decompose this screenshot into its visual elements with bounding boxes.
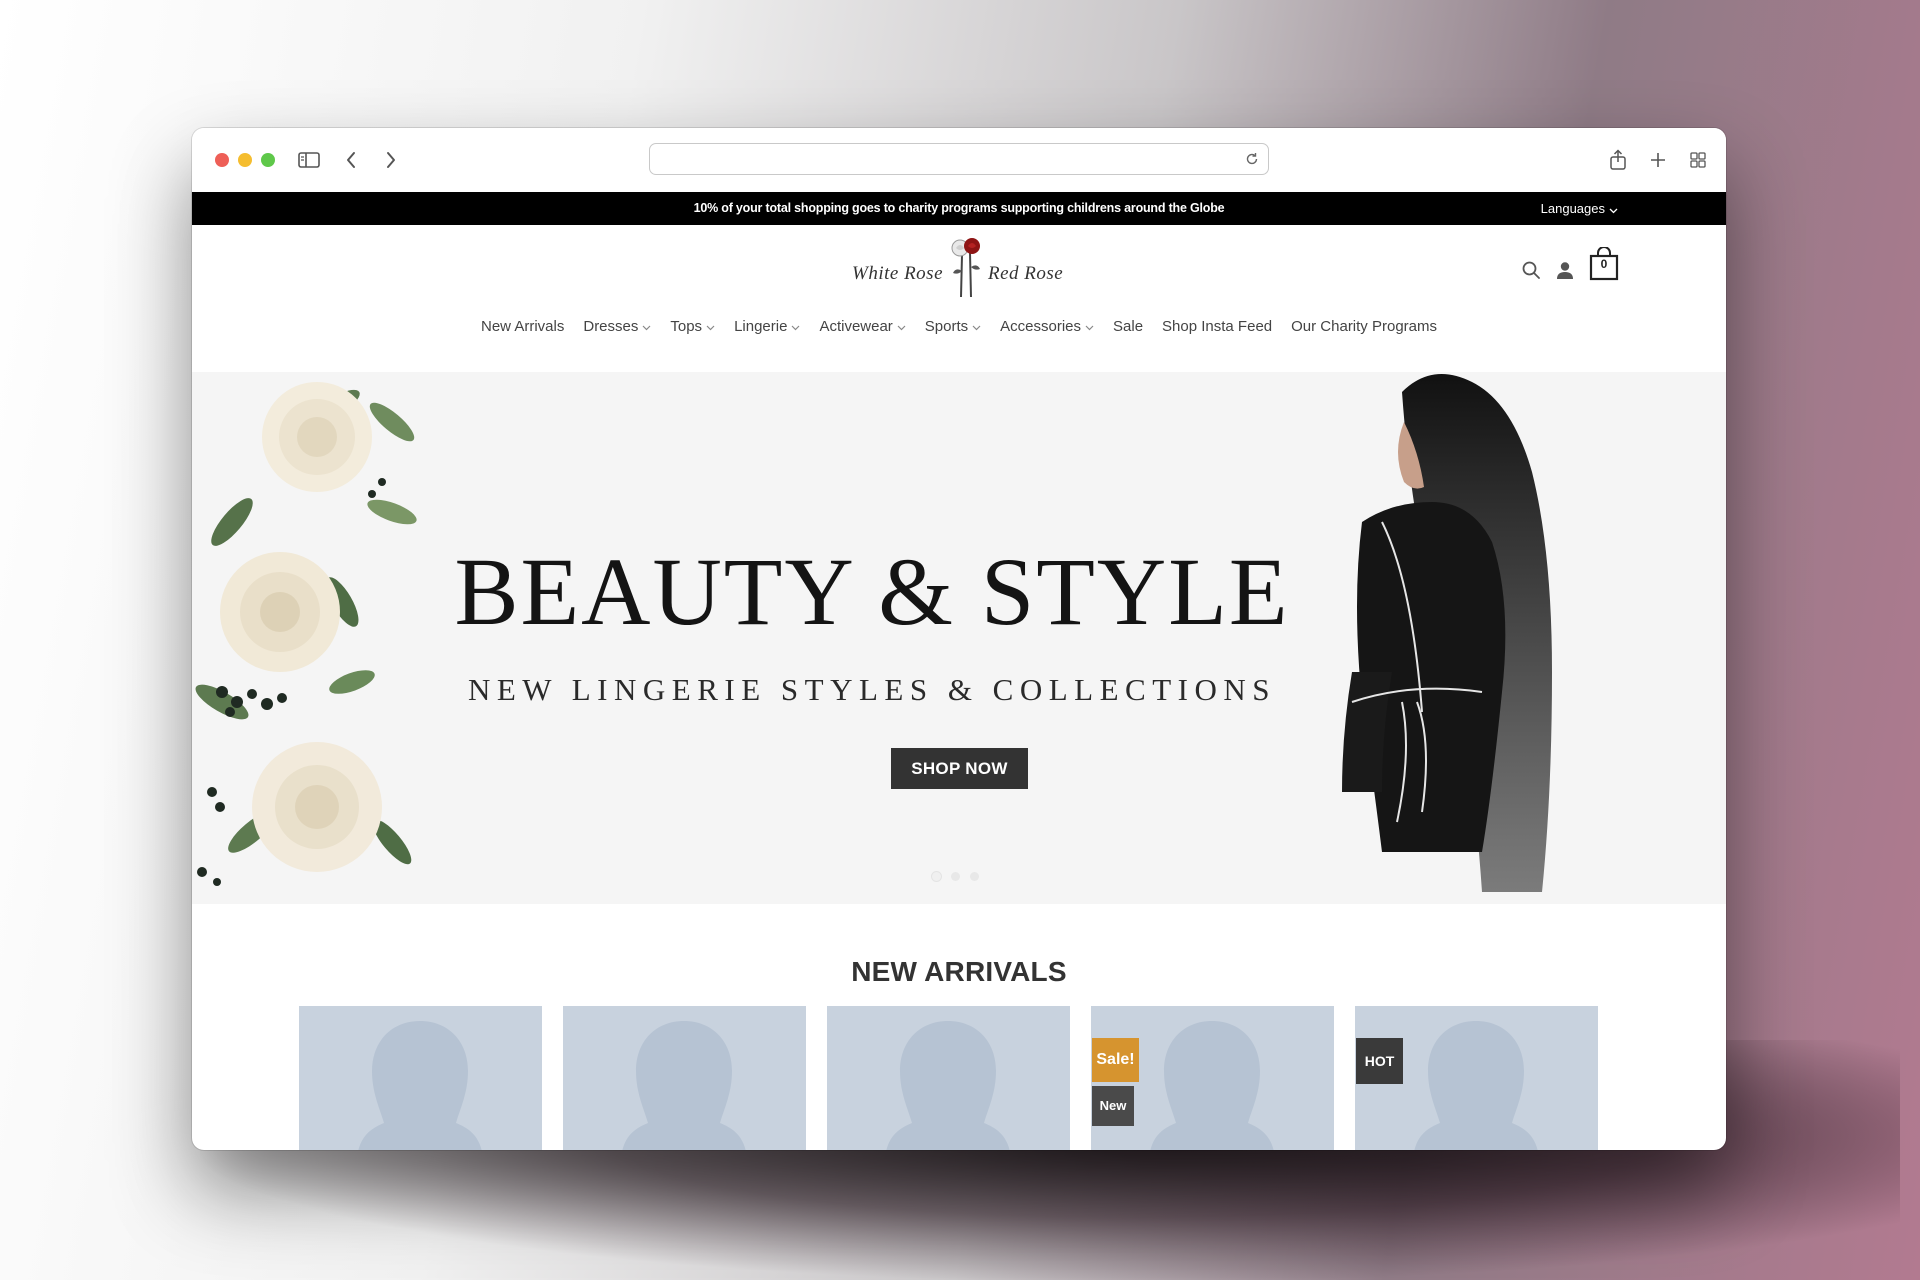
product-card[interactable]	[299, 1006, 542, 1150]
nav-item-accessories[interactable]: Accessories	[1000, 318, 1094, 335]
nav-item-lingerie[interactable]: Lingerie	[734, 318, 800, 335]
announcement-text: 10% of your total shopping goes to chari…	[693, 201, 1225, 215]
cart-count: 0	[1600, 257, 1608, 271]
cart-icon[interactable]: 0	[1589, 247, 1619, 281]
browser-toolbar	[192, 128, 1726, 192]
nav-item-label: Activewear	[819, 318, 893, 335]
slider-pagination	[932, 872, 979, 881]
hero-subtitle: NEW LINGERIE STYLES & COLLECTIONS	[467, 672, 1277, 707]
forward-arrow-icon[interactable]	[380, 146, 402, 174]
sidebar-toggle-icon[interactable]	[296, 146, 322, 174]
nav-item-label: Sale	[1113, 318, 1144, 335]
site-logo[interactable]: White Rose Red Rose	[852, 237, 1072, 299]
new-tab-icon[interactable]	[1646, 146, 1670, 174]
chevron-down-icon	[642, 318, 651, 335]
product-card[interactable]	[827, 1006, 1070, 1150]
placeholder-image	[1150, 1021, 1274, 1150]
slider-dot[interactable]	[951, 872, 960, 881]
close-window-button[interactable]	[215, 153, 229, 167]
search-icon[interactable]	[1520, 255, 1542, 285]
product-card[interactable]: HOT	[1355, 1006, 1598, 1150]
slider-dot[interactable]	[970, 872, 979, 881]
tab-overview-icon[interactable]	[1686, 146, 1710, 174]
nav-item-sale[interactable]: Sale	[1113, 318, 1143, 335]
languages-dropdown[interactable]: Languages	[1541, 201, 1618, 217]
languages-label: Languages	[1540, 201, 1605, 216]
user-account-icon[interactable]	[1554, 255, 1576, 285]
chevron-down-icon	[791, 318, 800, 335]
nav-item-label: Shop Insta Feed	[1162, 318, 1273, 335]
nav-item-label: New Arrivals	[481, 318, 565, 335]
chevron-down-icon	[706, 318, 715, 335]
hot-badge: HOT	[1356, 1038, 1403, 1084]
browser-window: 10% of your total shopping goes to chari…	[192, 128, 1726, 1150]
new-badge: New	[1092, 1086, 1134, 1126]
placeholder-image	[622, 1021, 746, 1150]
hero-title: BEAUTY & STYLE	[454, 538, 1290, 645]
site-header: White Rose Red Rose 0	[192, 225, 1726, 300]
product-card[interactable]: Sale! New	[1091, 1006, 1334, 1150]
address-bar[interactable]	[649, 143, 1269, 175]
nav-item-label: Accessories	[1000, 318, 1082, 335]
back-arrow-icon[interactable]	[340, 146, 362, 174]
nav-item-label: Tops	[670, 318, 703, 335]
main-navigation: New Arrivals Dresses Tops Lingerie Activ…	[192, 300, 1726, 350]
nav-item-shop-insta-feed[interactable]: Shop Insta Feed	[1162, 318, 1272, 335]
logo-right-text: Red Rose	[988, 263, 1064, 284]
chevron-down-icon	[1085, 318, 1094, 335]
chevron-down-icon	[1609, 202, 1618, 217]
placeholder-image	[1414, 1021, 1538, 1150]
zoom-window-button[interactable]	[261, 153, 275, 167]
chevron-down-icon	[972, 318, 981, 335]
new-arrivals-grid: Sale! New HOT	[299, 1006, 1599, 1150]
nav-item-sports[interactable]: Sports	[925, 318, 981, 335]
nav-item-tops[interactable]: Tops	[670, 318, 715, 335]
placeholder-image	[358, 1021, 482, 1150]
chevron-down-icon	[897, 318, 906, 335]
reload-icon[interactable]	[1244, 151, 1260, 167]
announcement-bar: 10% of your total shopping goes to chari…	[192, 192, 1726, 225]
nav-item-label: Lingerie	[734, 318, 788, 335]
nav-item-dresses[interactable]: Dresses	[583, 318, 651, 335]
nav-item-activewear[interactable]: Activewear	[819, 318, 906, 335]
nav-item-charity-programs[interactable]: Our Charity Programs	[1291, 318, 1437, 335]
share-icon[interactable]	[1606, 146, 1630, 174]
model-photo	[1342, 374, 1552, 892]
product-card[interactable]	[563, 1006, 806, 1150]
nav-item-label: Our Charity Programs	[1291, 318, 1437, 335]
new-arrivals-title: NEW ARRIVALS	[851, 956, 1067, 987]
shop-now-button[interactable]: SHOP NOW	[891, 748, 1028, 789]
nav-item-label: Dresses	[583, 318, 639, 335]
hero-banner: BEAUTY & STYLE NEW LINGERIE STYLES & COL…	[192, 372, 1726, 904]
nav-item-new-arrivals[interactable]: New Arrivals	[481, 318, 564, 335]
placeholder-image	[886, 1021, 1010, 1150]
logo-left-text: White Rose	[852, 263, 944, 284]
roses-logo-icon	[951, 238, 980, 298]
white-roses-image	[195, 382, 417, 886]
nav-item-label: Sports	[924, 318, 969, 335]
minimize-window-button[interactable]	[238, 153, 252, 167]
sale-badge: Sale!	[1092, 1038, 1139, 1082]
slider-dot[interactable]	[932, 872, 941, 881]
